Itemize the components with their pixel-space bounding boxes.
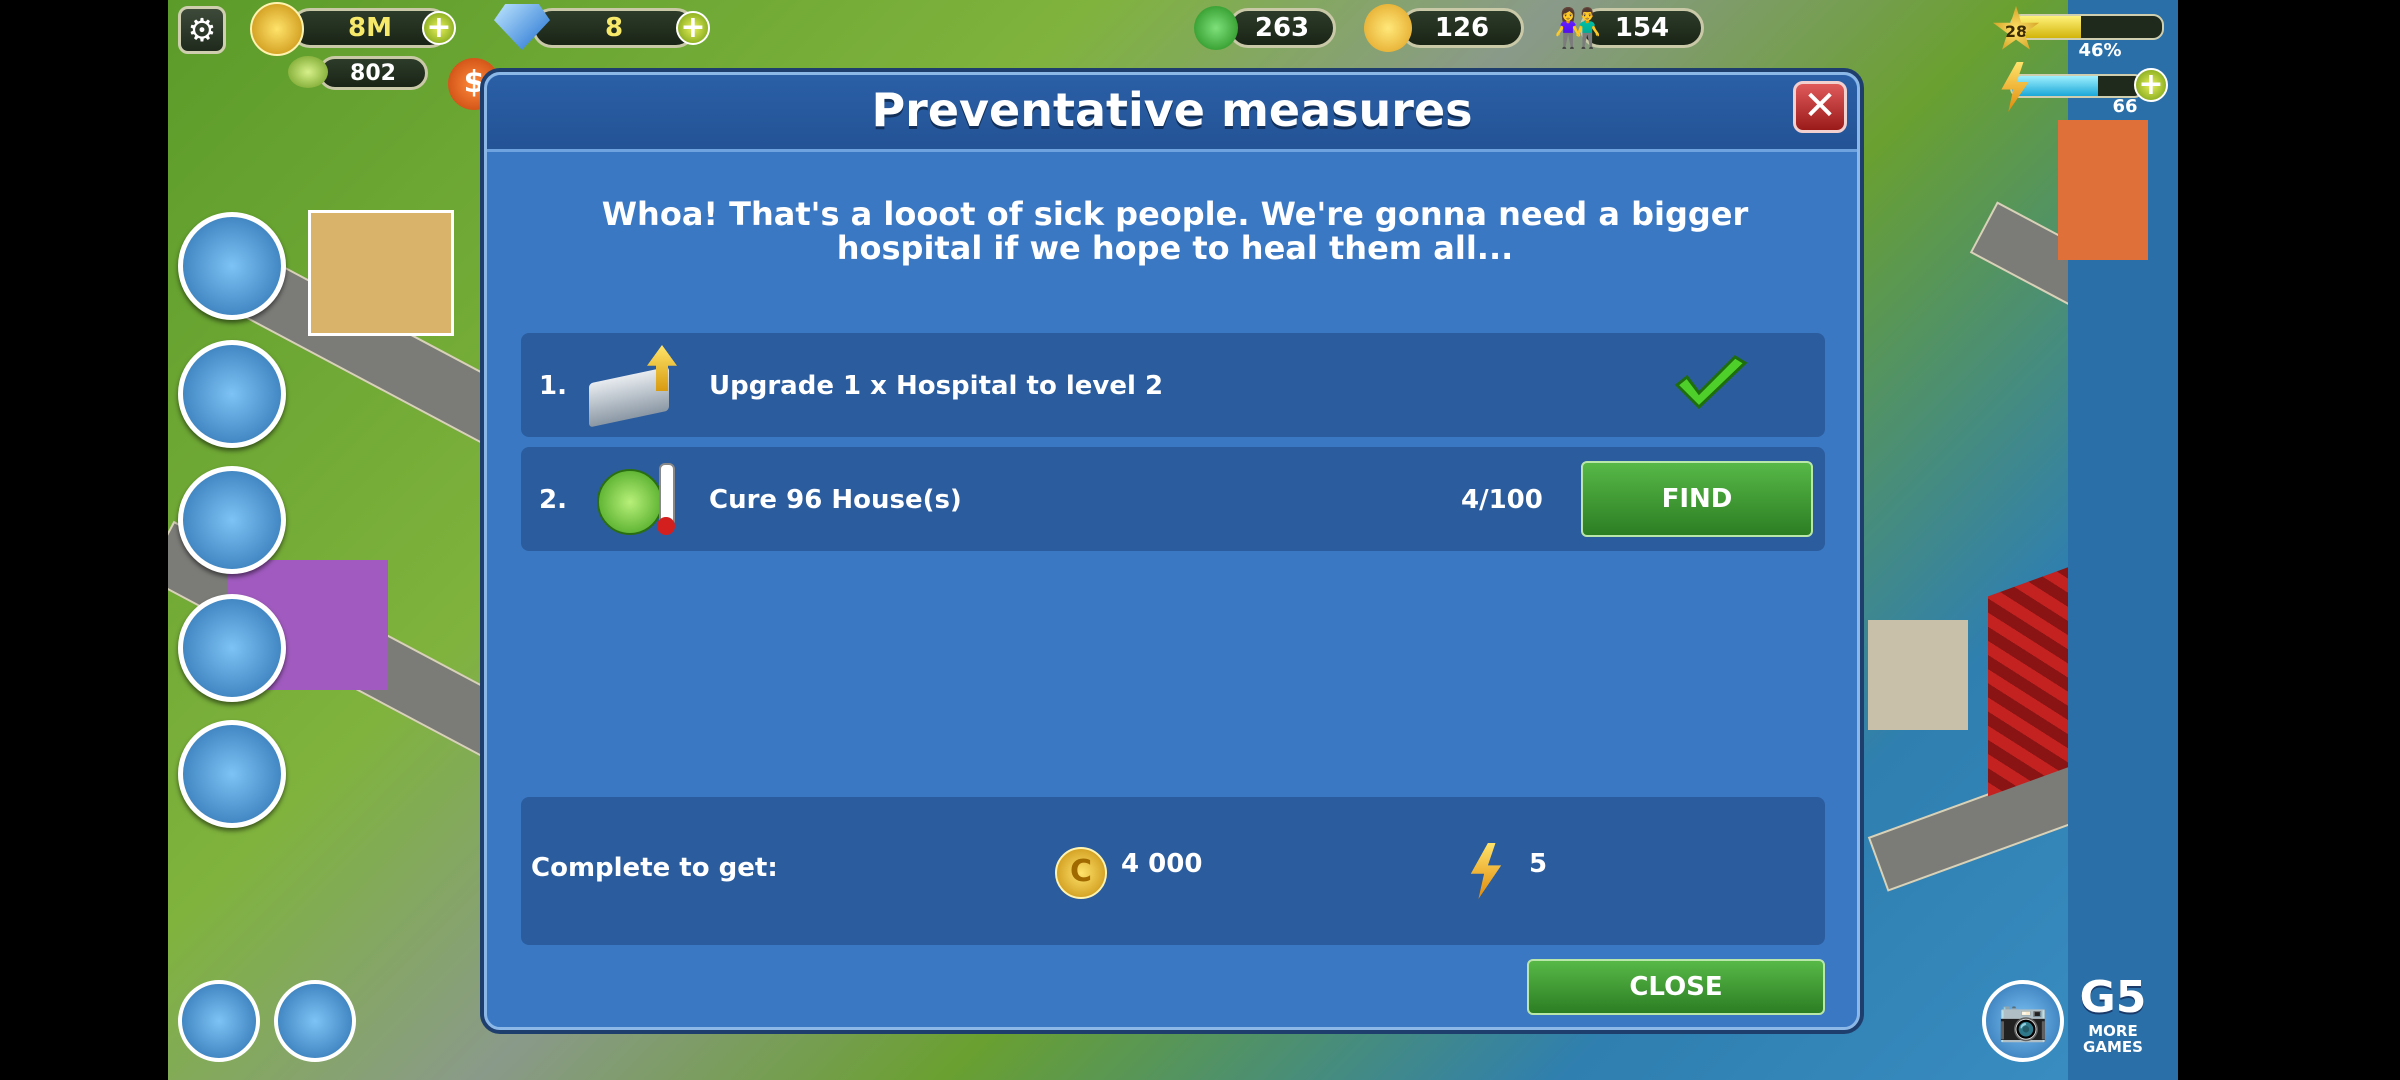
more-games-label: MORE GAMES <box>2083 1022 2143 1056</box>
task-progress-2: 4/100 <box>1461 485 1543 515</box>
building <box>308 210 454 336</box>
g5-logo: G5 <box>2079 972 2147 1023</box>
reward-panel: Complete to get: C 4 000 5 <box>521 797 1825 945</box>
close-x-icon[interactable]: ✕ <box>1793 81 1847 133</box>
building <box>2058 120 2148 260</box>
road-tool-button[interactable] <box>178 980 260 1062</box>
coin-icon: C <box>1055 847 1107 899</box>
task-number-1: 1. <box>539 371 567 401</box>
reward-coins: 4 000 <box>1121 849 1203 879</box>
trees-value: 263 <box>1254 13 1310 43</box>
population-value: 154 <box>1614 13 1670 43</box>
task-text-1: Upgrade 1 x Hospital to level 2 <box>709 371 1164 401</box>
energy-reward-icon <box>1470 843 1502 899</box>
dialog-title: Preventative measures <box>871 83 1473 137</box>
add-coins-button[interactable]: + <box>422 11 456 45</box>
close-button[interactable]: CLOSE <box>1527 959 1825 1015</box>
quest-button-buildings[interactable] <box>178 212 286 320</box>
task-row-1: 1. Upgrade 1 x Hospital to level 2 <box>521 333 1825 437</box>
settings-gear-icon[interactable]: ⚙ <box>178 6 226 54</box>
happiness-value: 126 <box>1434 13 1490 43</box>
sick-face-icon <box>597 463 677 535</box>
find-button[interactable]: FIND <box>1581 461 1813 537</box>
quest-button-residential[interactable] <box>178 466 286 574</box>
coins-icon <box>250 2 304 56</box>
more-games-button[interactable]: G5 MORE GAMES <box>2068 972 2158 1062</box>
quest-button-upgrade-clinic[interactable] <box>178 720 286 828</box>
task-row-2: 2. Cure 96 House(s) 4/100 FIND <box>521 447 1825 551</box>
dialog-intro-text: Whoa! That's a looot of sick people. We'… <box>601 195 1749 267</box>
population-icon: 👫 <box>1554 6 1602 50</box>
quest-dialog: Preventative measures ✕ Whoa! That's a l… <box>484 72 1860 1030</box>
energy-value: 66 <box>2112 96 2138 117</box>
cash-stack-icon <box>288 56 328 88</box>
reward-energy: 5 <box>1529 849 1548 879</box>
building <box>1868 620 1968 730</box>
bulldozer-button[interactable] <box>274 980 356 1062</box>
trees-counter: 263 <box>1228 8 1336 48</box>
add-gems-button[interactable]: + <box>676 11 710 45</box>
reward-label: Complete to get: <box>531 853 778 883</box>
sub-currency-value: 802 <box>350 60 396 86</box>
task-number-2: 2. <box>539 485 567 515</box>
level-value: 28 <box>2004 22 2028 41</box>
xp-percent: 46% <box>2078 40 2122 61</box>
task-text-2: Cure 96 House(s) <box>709 485 962 515</box>
smiley-icon <box>1364 4 1412 52</box>
energy-bar <box>2010 74 2144 98</box>
checkmark-icon <box>1671 355 1751 415</box>
hospital-upgrade-icon <box>583 345 683 428</box>
quest-button-upgrade-hospital[interactable] <box>178 594 286 702</box>
tree-icon <box>1194 6 1238 50</box>
coins-value: 8M <box>348 13 392 43</box>
happiness-counter: 126 <box>1400 8 1524 48</box>
sub-currency-counter: 802 <box>318 56 428 90</box>
gems-counter: 8 <box>532 8 696 48</box>
gems-value: 8 <box>604 13 624 43</box>
quest-button-upgrade-house[interactable] <box>178 340 286 448</box>
camera-icon[interactable]: 📷 <box>1982 980 2064 1062</box>
